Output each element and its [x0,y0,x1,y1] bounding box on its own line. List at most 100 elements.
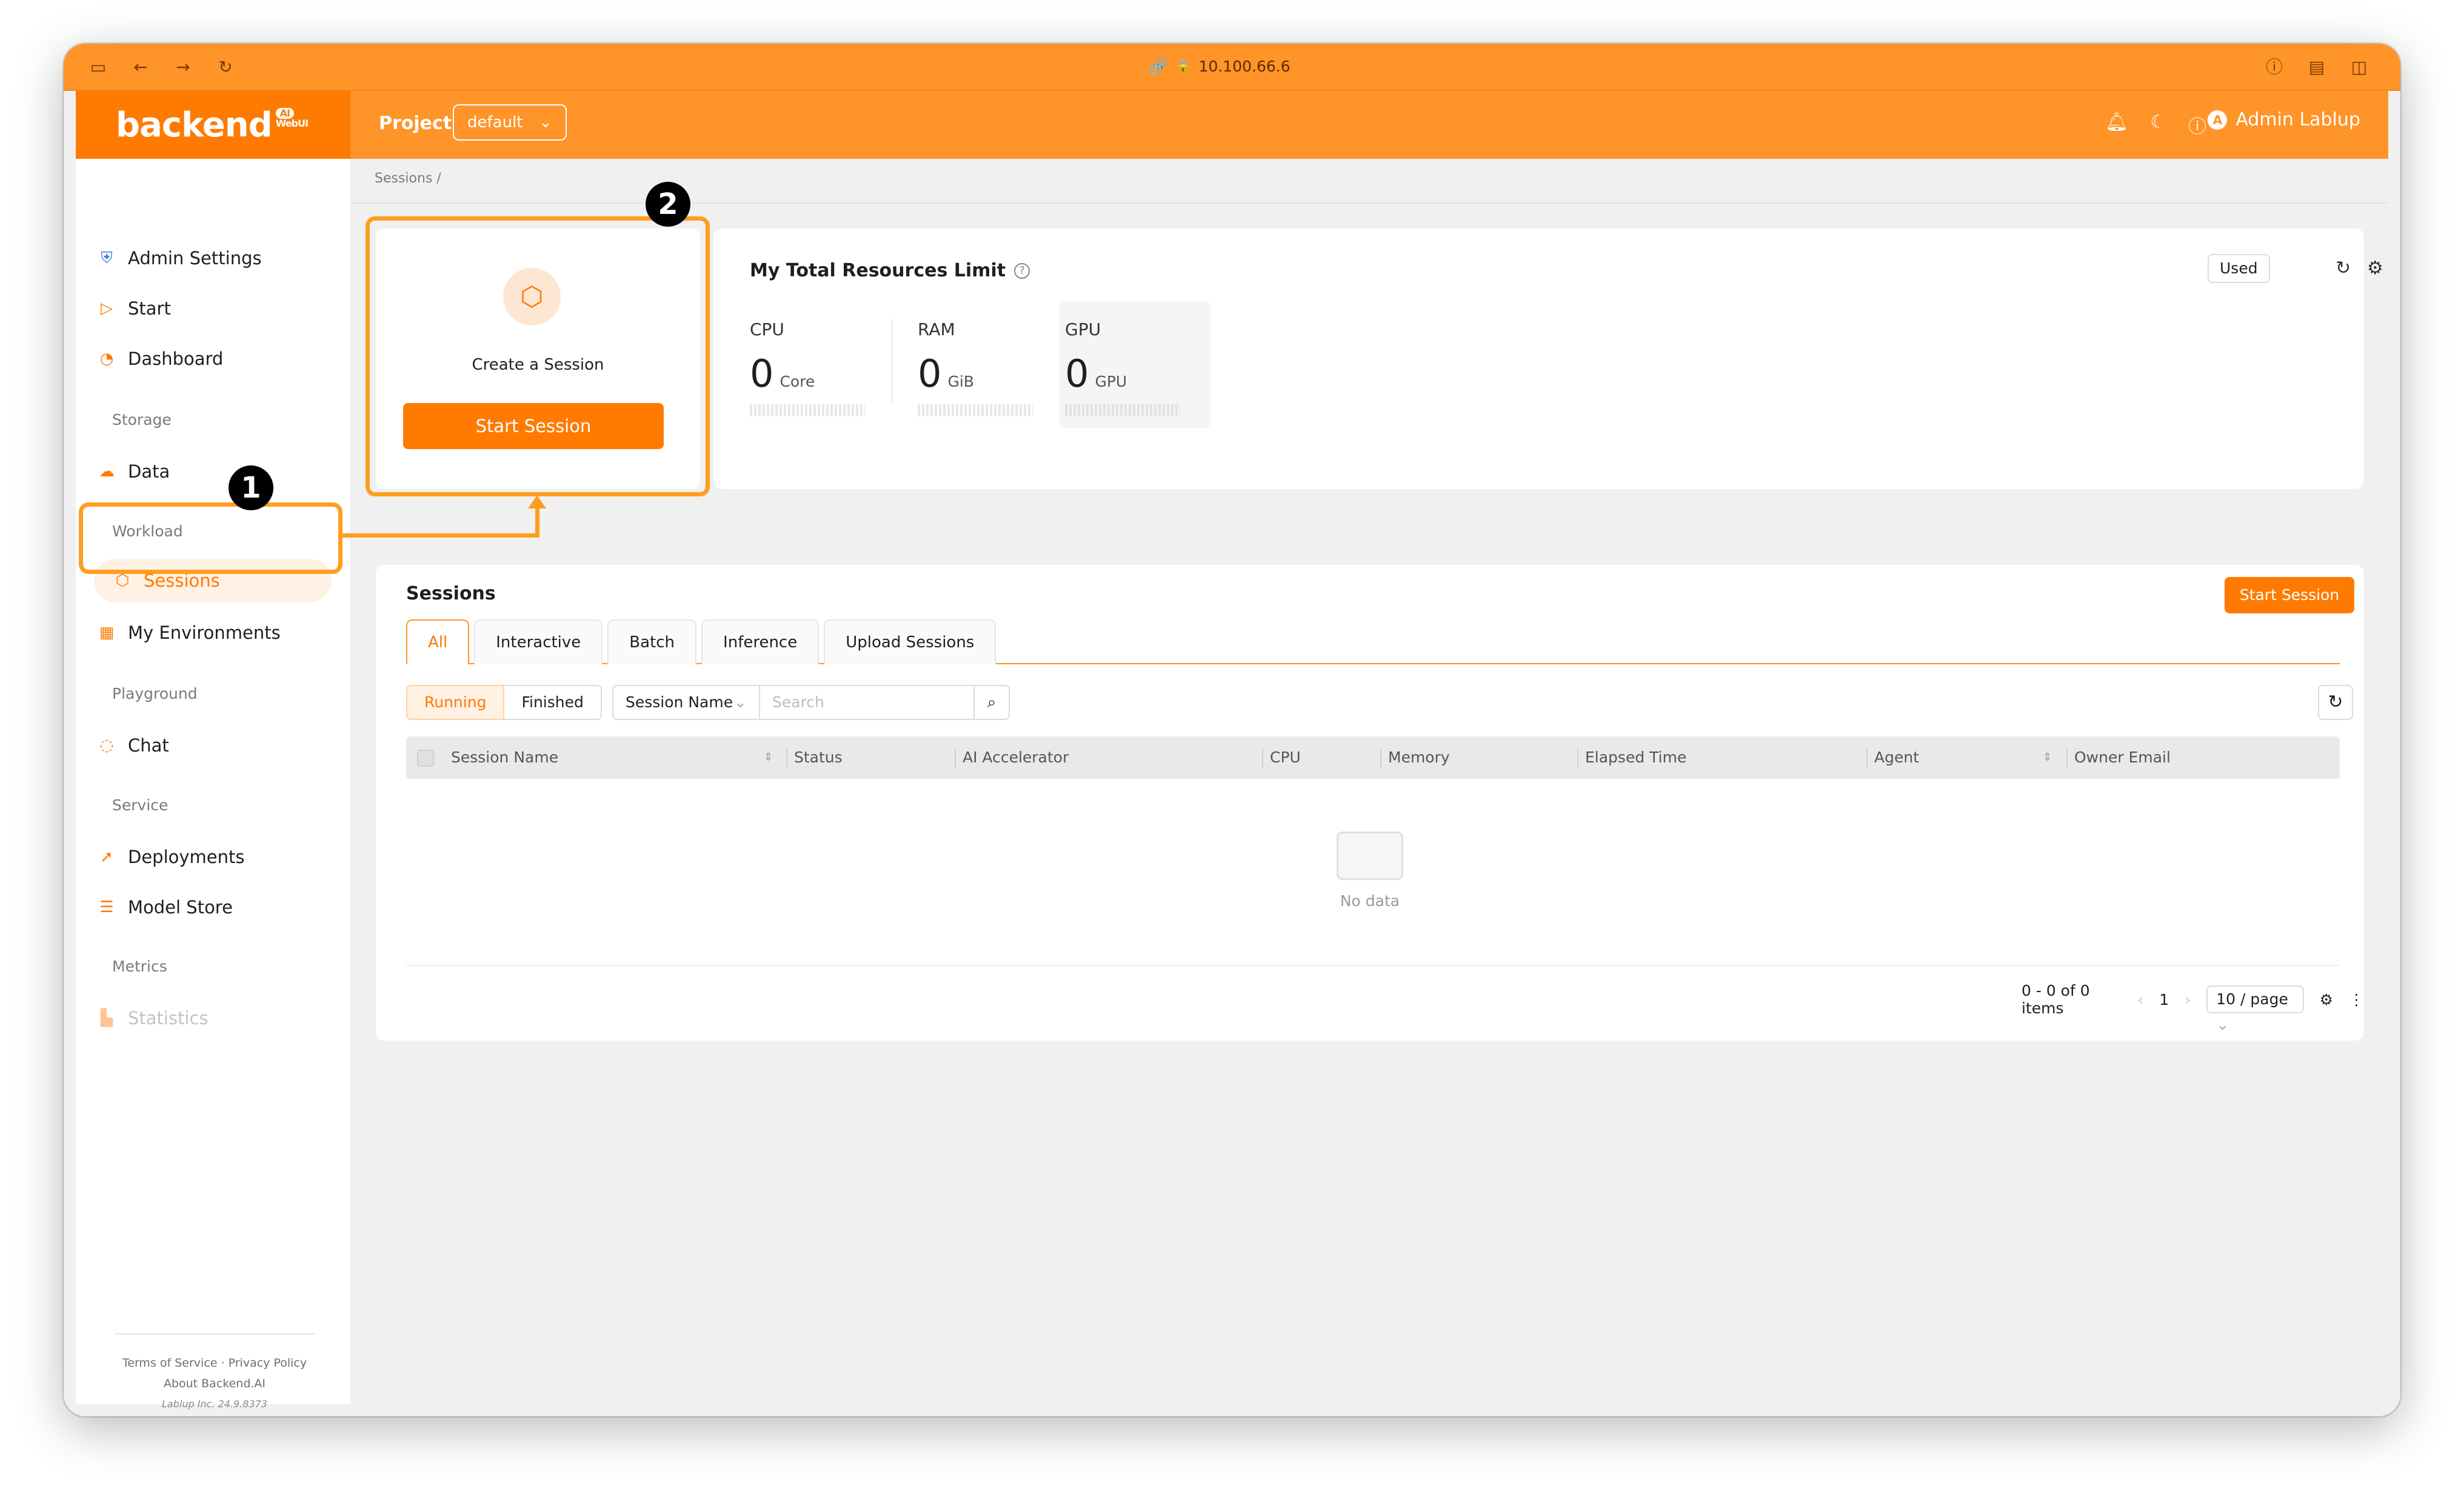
cube-icon: ⬡ [115,572,130,590]
used-toggle[interactable]: Used [2208,254,2270,283]
forward-icon[interactable]: → [173,57,193,78]
chevron-right-icon[interactable]: › [2185,991,2191,1008]
section-service: Service [112,796,169,814]
dashboard-icon: ◔ [99,350,114,368]
status-filter: Running Finished [406,685,602,720]
help-icon[interactable]: ⓘ [2188,112,2206,138]
filter-field-select[interactable]: Session Name ⌄ [612,685,760,720]
sort-icon[interactable]: ⇕ [764,736,773,779]
project-label: Project [379,113,452,134]
password-manager-icon[interactable]: ⓘ [2264,57,2285,78]
sort-icon[interactable]: ⇕ [2043,736,2052,779]
bell-icon[interactable]: 🔔︎ [2105,112,2128,138]
project-select[interactable]: default ⌄ [453,104,567,141]
privacy-link[interactable]: Privacy Policy [229,1356,307,1370]
insecure-lock-icon: 🔒 [1175,59,1192,74]
sidebar-item-label: Statistics [128,1008,209,1028]
gear-icon[interactable]: ⚙ [2320,991,2333,1008]
sidebar-item-label: My Environments [128,622,281,643]
link-icon: 🔗 [1149,58,1168,75]
shield-icon: ⛨ [101,249,113,267]
reader-icon[interactable]: ▤ [2306,57,2327,78]
start-session-button[interactable]: Start Session [2225,577,2354,613]
tab-all[interactable]: All [406,619,470,664]
sidebar-item-admin-settings[interactable]: ⛨ Admin Settings [98,240,261,276]
filter-running[interactable]: Running [406,685,505,720]
gear-icon[interactable]: ⚙ [2367,258,2383,279]
sidebar-item-start[interactable]: ▷ Start [98,290,171,327]
column-session-name[interactable]: Session Name [451,736,558,779]
column-status[interactable]: Status [794,736,843,779]
user-menu[interactable]: A Admin Lablup [2208,109,2360,130]
sidebar-item-my-environments[interactable]: ▦ My Environments [98,615,281,651]
chevron-down-icon: ⌄ [539,113,552,132]
about-link[interactable]: About Backend.AI [115,1373,315,1394]
sidebar-item-chat[interactable]: ◌ Chat [98,727,169,764]
section-storage: Storage [112,411,172,428]
address-bar[interactable]: 🔗 🔒 10.100.66.6 [1149,55,1290,79]
sidebar-footer: Terms of Service · Privacy Policy About … [115,1333,315,1415]
tab-batch[interactable]: Batch [607,619,697,664]
sidebar-item-label: Data [128,461,170,482]
environment-icon: ▦ [99,624,115,642]
sidebar-item-data[interactable]: ☁ Data [98,453,170,490]
moon-icon[interactable]: ☾ [2150,112,2166,138]
sidebar-item-deployments[interactable]: ➚ Deployments [98,839,245,875]
column-elapsed-time[interactable]: Elapsed Time [1585,736,1686,779]
refresh-icon[interactable]: ↻ [2318,685,2353,720]
breadcrumb[interactable]: Sessions / [375,171,441,186]
sidebar-item-dashboard[interactable]: ◔ Dashboard [98,341,224,377]
column-agent[interactable]: Agent [1874,736,1919,779]
empty-state: No data [376,832,2364,910]
refresh-icon[interactable]: ↻ [2335,258,2351,279]
tab-upload-sessions[interactable]: Upload Sessions [824,619,997,664]
rocket-icon: ➚ [100,848,113,866]
filter-finished[interactable]: Finished [504,685,602,720]
column-owner-email[interactable]: Owner Email [2074,736,2171,779]
bar-chart-icon: ▙ [101,1009,113,1027]
sidebar-item-label: Start [128,298,171,319]
version-text: Lablup Inc. 24.9.8373 [162,1398,267,1410]
table-header: Session Name ⇕ Status AI Accelerator CPU… [406,736,2340,779]
logo-text: backend [116,105,273,145]
reload-icon[interactable]: ↻ [215,57,236,78]
sidebar-item-label: Deployments [128,847,245,867]
page-number[interactable]: 1 [2159,991,2169,1008]
column-ai-accelerator[interactable]: AI Accelerator [963,736,1069,779]
back-icon[interactable]: ← [130,57,151,78]
empty-text: No data [1340,892,1400,910]
annotation-connector [535,504,539,538]
resource-bar [918,404,1033,416]
sidebar-toggle-icon[interactable]: ▭ [88,57,109,78]
page-size-value: 10 / page [2216,990,2288,1008]
resource-gpu: GPU 0 GPU [1059,301,1210,428]
cloud-upload-icon: ☁ [99,462,115,481]
avatar: A [2208,110,2228,130]
tab-interactive[interactable]: Interactive [474,619,603,664]
browser-window: ▭ ← → ↻ 🔗 🔒 10.100.66.6 ⓘ ▤ ◫ backend AI… [64,44,2400,1416]
sidebar-item-statistics[interactable]: ▙ Statistics [98,1000,209,1036]
tab-inference[interactable]: Inference [701,619,820,664]
project-value: default [467,113,523,132]
sidebar-item-model-store[interactable]: ☰ Model Store [98,889,233,925]
chevron-left-icon[interactable]: ‹ [2137,991,2143,1008]
app-logo[interactable]: backend AI WebUI [76,91,350,159]
more-icon[interactable]: ⋮ [2349,991,2364,1008]
resource-label: RAM [918,319,955,339]
select-all-checkbox[interactable] [417,750,434,767]
terms-link[interactable]: Terms of Service [122,1356,218,1370]
user-name: Admin Lablup [2235,109,2360,130]
question-icon[interactable]: ? [1014,262,1030,279]
browser-toolbar: ▭ ← → ↻ 🔗 🔒 10.100.66.6 ⓘ ▤ ◫ [64,44,2400,91]
sidebar-item-label: Chat [128,735,169,756]
column-cpu[interactable]: CPU [1270,736,1301,779]
search-input[interactable]: Search [760,685,975,720]
page-size-select[interactable]: 10 / page ⌄ [2206,985,2304,1033]
search-icon[interactable]: ⌕ [975,685,1010,720]
database-icon: ☰ [99,898,114,916]
split-view-icon[interactable]: ◫ [2349,57,2369,78]
section-metrics: Metrics [112,958,167,975]
column-memory[interactable]: Memory [1388,736,1450,779]
annotation-arrow-head [528,495,546,508]
chat-icon: ◌ [99,736,114,755]
